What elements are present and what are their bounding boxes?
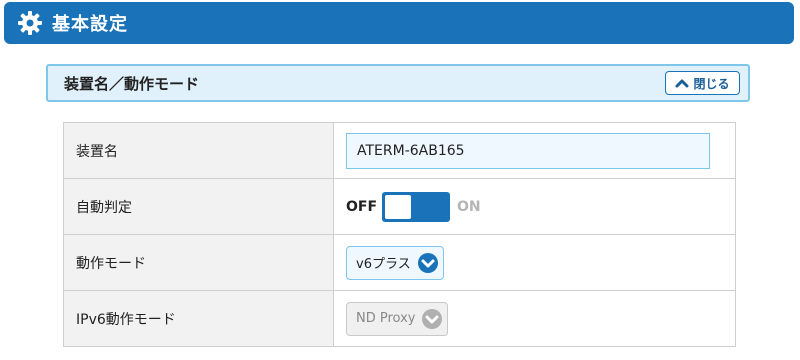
table-row: IPv6動作モード ND Proxy <box>63 290 736 347</box>
ipv6-mode-select: ND Proxy <box>346 301 449 336</box>
page-title: 基本設定 <box>52 14 128 35</box>
table-row: 自動判定 OFF ON <box>63 178 736 235</box>
chevron-down-icon <box>417 252 438 273</box>
settings-table: 装置名 自動判定 OFF ON 動作モード v6プラス <box>63 122 736 347</box>
operation-mode-cell: v6プラス <box>333 234 736 291</box>
device-name-label: 装置名 <box>63 122 334 179</box>
toggle-off-label: OFF <box>346 198 378 215</box>
auto-detect-toggle[interactable] <box>382 191 451 222</box>
auto-detect-cell: OFF ON <box>333 178 736 235</box>
operation-mode-value: v6プラス <box>356 257 411 272</box>
ipv6-mode-cell: ND Proxy <box>333 290 736 347</box>
table-row: 動作モード v6プラス <box>63 234 736 291</box>
auto-detect-label: 自動判定 <box>63 178 334 235</box>
ipv6-mode-label: IPv6動作モード <box>63 290 334 347</box>
auto-detect-toggle-group: OFF ON <box>346 191 735 222</box>
section-title: 装置名／動作モード <box>64 74 200 93</box>
page-header: 基本設定 <box>4 2 794 44</box>
close-section-label: 閉じる <box>693 76 730 91</box>
table-row: 装置名 <box>63 122 736 179</box>
device-name-input[interactable] <box>346 132 710 169</box>
chevron-down-icon <box>422 308 443 329</box>
toggle-on-label: ON <box>457 198 481 215</box>
section-header: 装置名／動作モード 閉じる <box>46 64 750 102</box>
toggle-knob[interactable] <box>385 194 412 219</box>
device-name-cell <box>333 122 736 179</box>
ipv6-mode-value: ND Proxy <box>356 311 416 326</box>
gear-icon <box>18 11 42 35</box>
operation-mode-label: 動作モード <box>63 234 334 291</box>
close-section-button[interactable]: 閉じる <box>665 71 740 95</box>
chevron-up-icon <box>675 79 689 88</box>
operation-mode-select[interactable]: v6プラス <box>346 245 444 280</box>
